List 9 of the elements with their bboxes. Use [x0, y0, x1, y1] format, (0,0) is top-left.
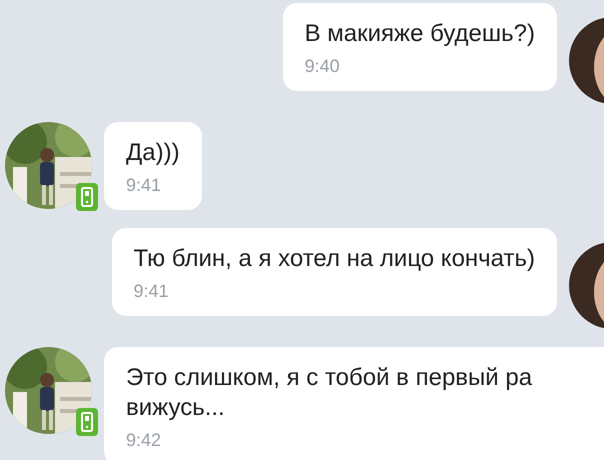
message-text: Тю блин, а я хотел на лицо кончать)	[134, 244, 535, 274]
message-time: 9:40	[304, 55, 341, 77]
message-text: Да)))	[126, 138, 180, 168]
message-text: В макияже будешь?)	[304, 19, 535, 49]
message-text: вижусь...	[126, 393, 226, 423]
message-time: 9:41	[134, 280, 170, 302]
message-text: Это слишком, я с тобой в первый ра	[126, 363, 534, 393]
message-time: 9:42	[126, 429, 162, 451]
message-time: 9:41	[126, 174, 162, 196]
